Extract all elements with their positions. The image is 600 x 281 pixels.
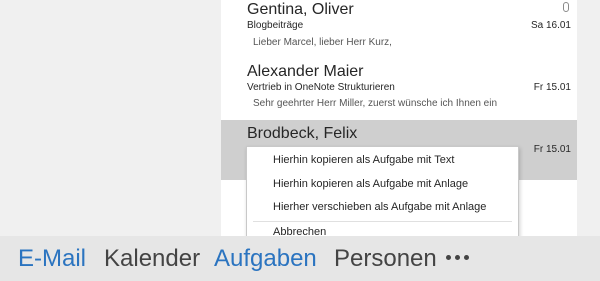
message-subject: Blogbeiträge: [247, 20, 304, 31]
message-preview: Lieber Marcel, lieber Herr Kurz,: [253, 37, 392, 48]
nav-calendar[interactable]: Kalender: [104, 245, 200, 273]
message-date: Sa 16.01: [530, 20, 571, 31]
message-sender: Gentina, Oliver: [247, 1, 354, 18]
drop-context-menu: Hierhin kopieren als Aufgabe mit Text Hi…: [246, 146, 519, 242]
nav-people[interactable]: Personen: [334, 245, 437, 273]
message-subject: Vertrieb in OneNote Strukturieren: [247, 82, 395, 93]
message-sender: Alexander Maier: [247, 63, 364, 80]
menu-divider: [253, 221, 512, 222]
message-sender: Brodbeck, Felix: [247, 125, 358, 142]
message-item[interactable]: Alexander Maier Vertrieb in OneNote Stru…: [221, 58, 577, 118]
message-date: Fr 15.01: [533, 144, 571, 155]
menu-item-move-task-attachment[interactable]: Hierher verschieben als Aufgabe mit Anla…: [273, 201, 486, 214]
navigation-bar: E-Mail Kalender Aufgaben Personen: [0, 236, 600, 281]
paperclip-icon: [563, 2, 569, 12]
message-item[interactable]: Gentina, Oliver Blogbeiträge Sa 16.01 Li…: [221, 0, 577, 58]
more-options-icon[interactable]: [446, 246, 470, 266]
menu-item-copy-task-text[interactable]: Hierhin kopieren als Aufgabe mit Text: [273, 154, 454, 167]
folder-pane: [0, 0, 221, 236]
message-preview: Sehr geehrter Herr Miller, zuerst wünsch…: [253, 98, 498, 109]
reading-pane-edge: [577, 0, 600, 236]
nav-mail[interactable]: E-Mail: [18, 245, 86, 273]
nav-tasks[interactable]: Aufgaben: [214, 245, 317, 273]
message-date: Fr 15.01: [533, 82, 571, 93]
menu-item-copy-task-attachment[interactable]: Hierhin kopieren als Aufgabe mit Anlage: [273, 178, 468, 191]
